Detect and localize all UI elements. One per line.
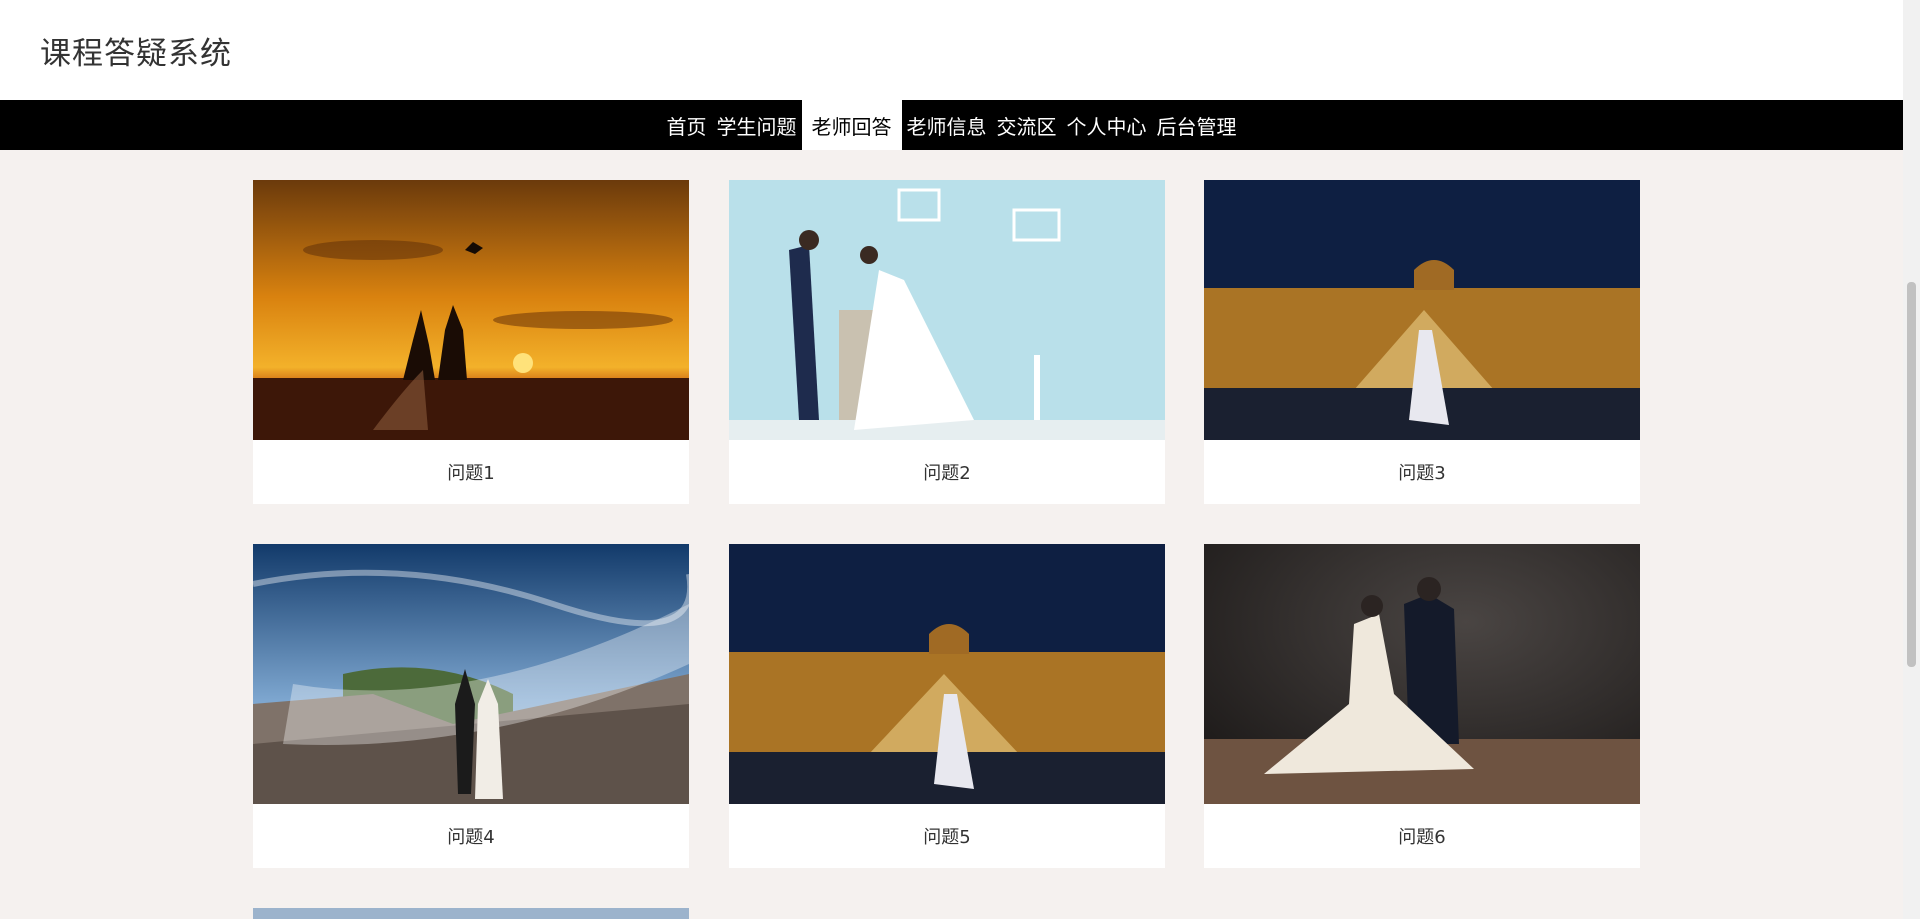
answer-card[interactable]: 问题3 <box>1204 180 1640 504</box>
site-header: 课程答疑系统 <box>0 0 1903 100</box>
scrollbar-thumb[interactable] <box>1907 282 1916 667</box>
nav-item-teacher-info[interactable]: 老师信息 <box>902 100 992 150</box>
card-title[interactable]: 问题1 <box>253 440 689 504</box>
card-title[interactable]: 问题2 <box>729 440 1165 504</box>
sunset-beach-couple-photo[interactable] <box>253 180 689 440</box>
answer-card[interactable]: 问题2 <box>729 180 1165 504</box>
answer-card-partial[interactable] <box>253 908 689 919</box>
answer-card[interactable]: 问题5 <box>729 544 1165 868</box>
page-scrollbar[interactable] <box>1903 0 1920 919</box>
card-title[interactable]: 问题5 <box>729 804 1165 868</box>
louvre-night-bride-photo[interactable] <box>1204 180 1640 440</box>
dark-studio-couple-photo[interactable] <box>1204 544 1640 804</box>
card-title[interactable]: 问题3 <box>1204 440 1640 504</box>
nav-item-teacher-answers[interactable]: 老师回答 <box>801 100 902 150</box>
nav-item-home[interactable]: 首页 <box>662 100 712 150</box>
site-title: 课程答疑系统 <box>40 36 232 72</box>
answer-card[interactable]: 问题4 <box>253 544 689 868</box>
nav-item-student-questions[interactable]: 学生问题 <box>712 100 802 150</box>
answer-card[interactable]: 问题1 <box>253 180 689 504</box>
louvre-night-bride-photo[interactable] <box>729 544 1165 804</box>
main-nav: 首页 学生问题 老师回答 老师信息 交流区 个人中心 后台管理 <box>0 100 1903 150</box>
studio-couple-blue-wall-photo[interactable] <box>729 180 1165 440</box>
answer-card[interactable]: 问题6 <box>1204 544 1640 868</box>
card-title[interactable]: 问题4 <box>253 804 689 868</box>
nav-item-forum[interactable]: 交流区 <box>992 100 1062 150</box>
nav-item-admin[interactable]: 后台管理 <box>1152 100 1242 150</box>
card-title[interactable]: 问题6 <box>1204 804 1640 868</box>
great-wall-couple-photo[interactable] <box>253 544 689 804</box>
nav-item-personal-center[interactable]: 个人中心 <box>1062 100 1152 150</box>
